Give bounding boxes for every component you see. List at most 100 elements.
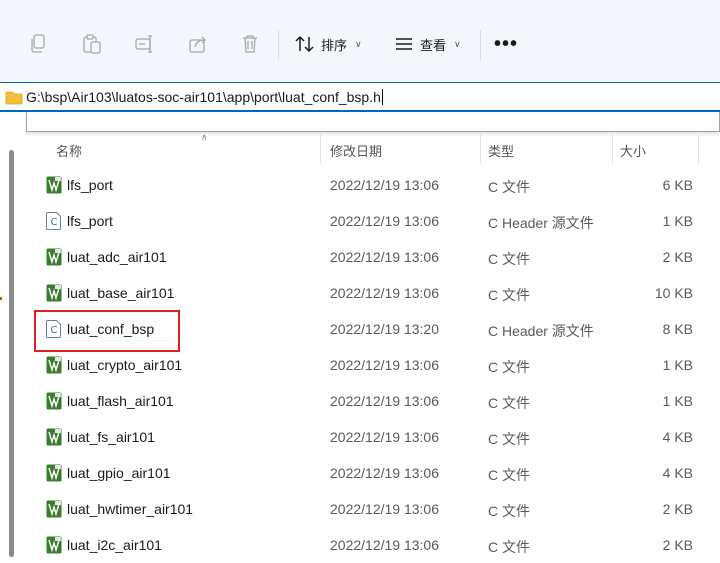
file-name: luat_flash_air101 bbox=[67, 393, 174, 409]
rename-icon[interactable] bbox=[133, 32, 157, 56]
file-size: 1 KB bbox=[662, 213, 693, 229]
command-bar: 排序 ∨ 查看 ∨ ••• bbox=[0, 0, 720, 82]
delete-icon[interactable] bbox=[238, 32, 262, 56]
file-row[interactable]: luat_adc_air101 2022/12/19 13:06 C 文件 2 … bbox=[20, 239, 720, 275]
address-path-input[interactable]: G:\bsp\Air103\luatos-soc-air101\app\port… bbox=[26, 89, 383, 105]
file-type: C 文件 bbox=[488, 539, 530, 555]
folder-icon bbox=[5, 91, 23, 105]
view-icon bbox=[396, 38, 412, 50]
paste-icon[interactable] bbox=[80, 32, 104, 56]
file-row[interactable]: luat_crypto_air101 2022/12/19 13:06 C 文件… bbox=[20, 347, 720, 383]
file-type: C 文件 bbox=[488, 287, 530, 303]
file-type: C 文件 bbox=[488, 179, 530, 195]
file-size: 4 KB bbox=[662, 465, 693, 481]
file-date: 2022/12/19 13:06 bbox=[330, 213, 439, 229]
c-source-file-icon bbox=[46, 248, 62, 266]
file-date: 2022/12/19 13:06 bbox=[330, 357, 439, 373]
file-date: 2022/12/19 13:06 bbox=[330, 393, 439, 409]
file-row[interactable]: luat_flash_air101 2022/12/19 13:06 C 文件 … bbox=[20, 383, 720, 419]
file-type: C 文件 bbox=[488, 431, 530, 447]
file-name: luat_hwtimer_air101 bbox=[67, 501, 194, 517]
file-name: luat_crypto_air101 bbox=[67, 357, 183, 373]
address-suggestions-dropdown bbox=[26, 112, 720, 132]
c-source-file-icon bbox=[46, 176, 62, 194]
svg-text:C: C bbox=[51, 217, 58, 228]
scrollbar-thumb[interactable] bbox=[9, 150, 14, 557]
file-type: C 文件 bbox=[488, 467, 530, 483]
c-source-file-icon bbox=[46, 536, 62, 554]
file-size: 1 KB bbox=[662, 357, 693, 373]
c-source-file-icon bbox=[46, 464, 62, 482]
file-row[interactable]: C lfs_port 2022/12/19 13:06 C Header 源文件… bbox=[20, 203, 720, 239]
file-name: lfs_port bbox=[67, 213, 113, 229]
file-date: 2022/12/19 13:20 bbox=[330, 321, 439, 337]
pane-resize-marker bbox=[0, 297, 2, 300]
column-header-name[interactable]: 名称 bbox=[56, 141, 82, 160]
more-options-button[interactable]: ••• bbox=[494, 30, 518, 58]
navigation-pane-edge bbox=[0, 112, 8, 557]
file-type: C Header 源文件 bbox=[488, 215, 594, 231]
file-type: C 文件 bbox=[488, 395, 530, 411]
column-header-date[interactable]: 修改日期 bbox=[330, 141, 382, 160]
file-name: luat_gpio_air101 bbox=[67, 465, 171, 481]
file-size: 1 KB bbox=[662, 393, 693, 409]
file-row[interactable]: luat_gpio_air101 2022/12/19 13:06 C 文件 4… bbox=[20, 455, 720, 491]
sort-button[interactable]: 排序 ∨ bbox=[295, 30, 362, 58]
chevron-down-icon: ∨ bbox=[454, 38, 461, 49]
column-divider[interactable] bbox=[698, 134, 699, 164]
file-date: 2022/12/19 13:06 bbox=[330, 249, 439, 265]
file-row[interactable]: luat_fs_air101 2022/12/19 13:06 C 文件 4 K… bbox=[20, 419, 720, 455]
file-size: 10 KB bbox=[654, 285, 693, 301]
file-date: 2022/12/19 13:06 bbox=[330, 177, 439, 193]
file-name: luat_base_air101 bbox=[67, 285, 175, 301]
file-name: lfs_port bbox=[67, 177, 113, 193]
share-icon[interactable] bbox=[186, 32, 210, 56]
file-date: 2022/12/19 13:06 bbox=[330, 501, 439, 517]
c-source-file-icon bbox=[46, 356, 62, 374]
sort-label: 排序 bbox=[321, 37, 348, 53]
file-type: C 文件 bbox=[488, 359, 530, 375]
column-header-type[interactable]: 类型 bbox=[488, 141, 514, 160]
file-name: luat_adc_air101 bbox=[67, 249, 167, 265]
sort-ascending-icon: ∧ bbox=[201, 132, 208, 142]
column-header-row: ∧ 名称 修改日期 类型 大小 bbox=[20, 132, 720, 164]
file-name: luat_i2c_air101 bbox=[67, 537, 162, 553]
file-size: 2 KB bbox=[662, 249, 693, 265]
chevron-down-icon: ∨ bbox=[355, 38, 362, 49]
column-divider[interactable] bbox=[320, 134, 321, 164]
file-row[interactable]: luat_hwtimer_air101 2022/12/19 13:06 C 文… bbox=[20, 491, 720, 527]
text-caret bbox=[381, 89, 383, 105]
file-size: 2 KB bbox=[662, 537, 693, 553]
c-header-file-icon: C bbox=[46, 212, 62, 230]
file-size: 2 KB bbox=[662, 501, 693, 517]
file-type: C 文件 bbox=[488, 251, 530, 267]
address-bar[interactable]: G:\bsp\Air103\luatos-soc-air101\app\port… bbox=[0, 82, 720, 112]
file-date: 2022/12/19 13:06 bbox=[330, 465, 439, 481]
file-date: 2022/12/19 13:06 bbox=[330, 429, 439, 445]
view-button[interactable]: 查看 ∨ bbox=[394, 30, 461, 58]
column-header-size[interactable]: 大小 bbox=[620, 141, 646, 160]
toolbar-divider bbox=[278, 30, 279, 60]
file-row[interactable]: lfs_port 2022/12/19 13:06 C 文件 6 KB bbox=[20, 167, 720, 203]
c-source-file-icon bbox=[46, 284, 62, 302]
file-size: 6 KB bbox=[662, 177, 693, 193]
toolbar-divider bbox=[480, 30, 481, 60]
copy-icon[interactable] bbox=[26, 32, 50, 56]
highlight-box bbox=[34, 310, 180, 352]
file-row[interactable]: luat_i2c_air101 2022/12/19 13:06 C 文件 2 … bbox=[20, 527, 720, 563]
column-divider[interactable] bbox=[480, 134, 481, 164]
file-size: 8 KB bbox=[662, 321, 693, 337]
file-date: 2022/12/19 13:06 bbox=[330, 537, 439, 553]
file-size: 4 KB bbox=[662, 429, 693, 445]
address-path-text: G:\bsp\Air103\luatos-soc-air101\app\port… bbox=[26, 89, 381, 105]
c-source-file-icon bbox=[46, 500, 62, 518]
view-label: 查看 bbox=[420, 37, 447, 53]
c-source-file-icon bbox=[46, 392, 62, 410]
column-divider[interactable] bbox=[612, 134, 613, 164]
file-type: C 文件 bbox=[488, 503, 530, 519]
file-row[interactable]: luat_base_air101 2022/12/19 13:06 C 文件 1… bbox=[20, 275, 720, 311]
file-date: 2022/12/19 13:06 bbox=[330, 285, 439, 301]
sort-icon bbox=[295, 35, 314, 53]
file-type: C Header 源文件 bbox=[488, 323, 594, 339]
file-name: luat_fs_air101 bbox=[67, 429, 155, 445]
